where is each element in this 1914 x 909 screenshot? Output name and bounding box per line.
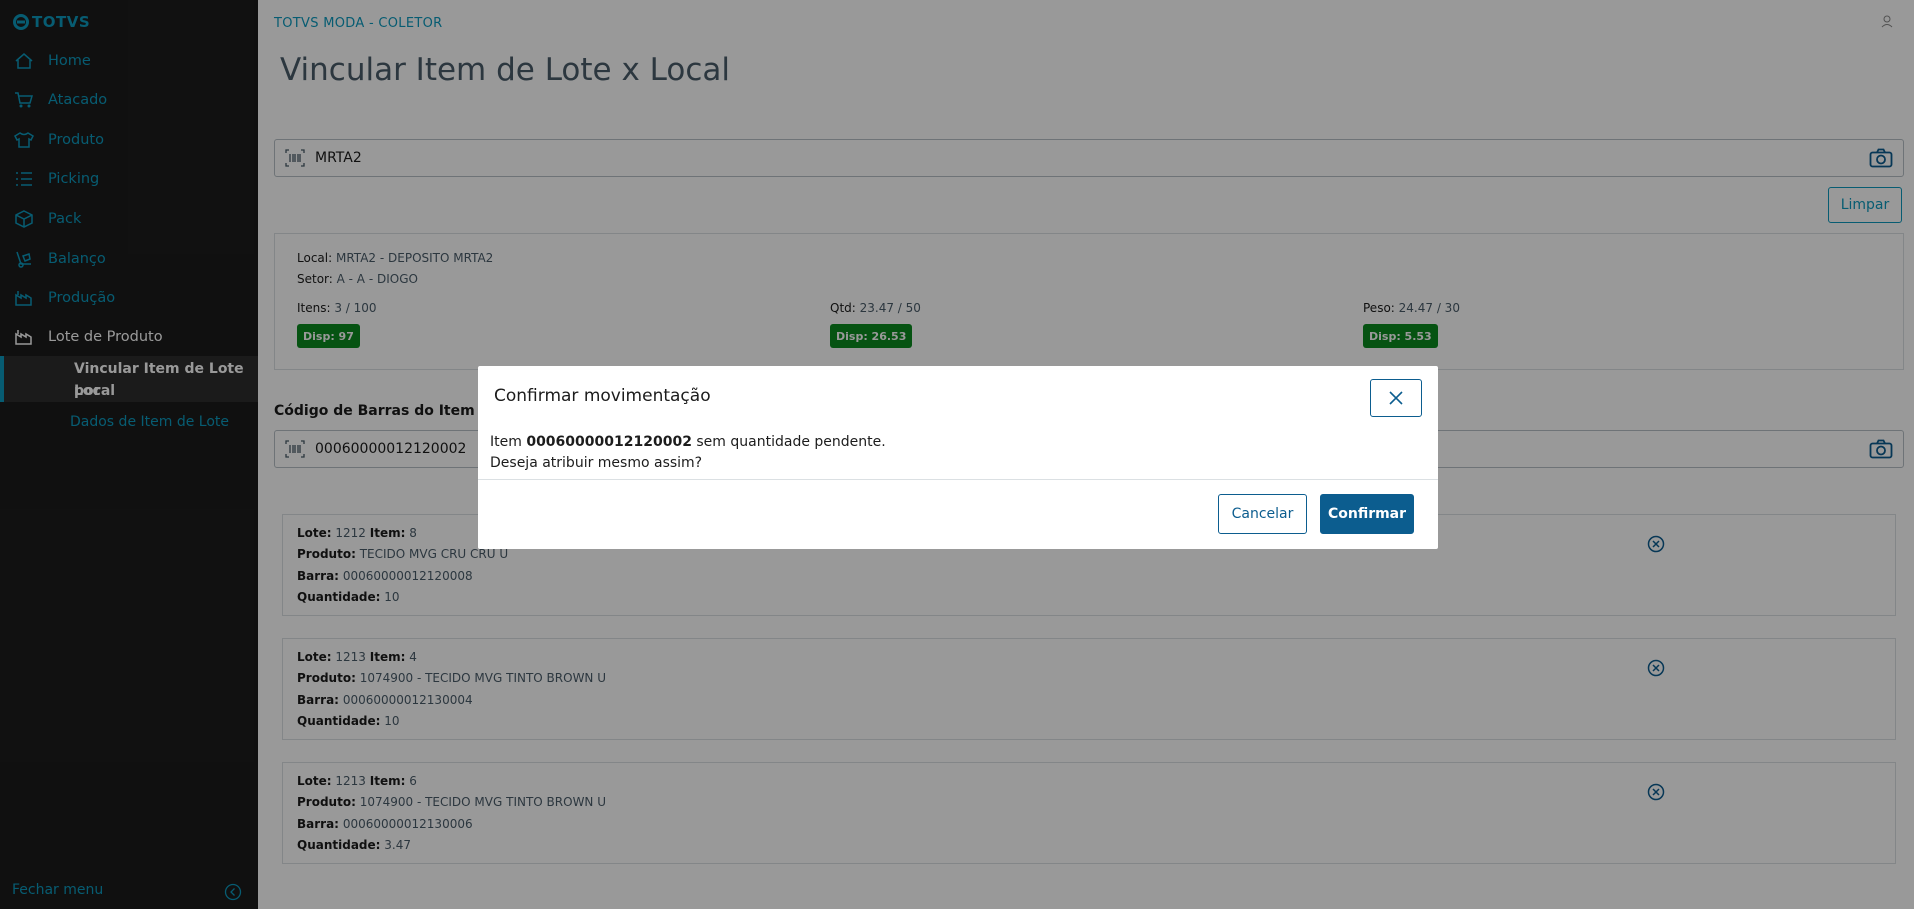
cancel-button[interactable]: Cancelar — [1218, 494, 1307, 534]
dialog-divider — [478, 479, 1438, 480]
dialog-item-code: 00060000012120002 — [526, 434, 692, 450]
dialog-prefix: Item — [490, 434, 522, 450]
dialog-suffix: sem quantidade pendente. — [696, 434, 886, 450]
dialog-question: Deseja atribuir mesmo assim? — [490, 455, 703, 471]
dialog-message-line1: Item 00060000012120002 sem quantidade pe… — [490, 432, 886, 453]
close-icon — [1389, 391, 1403, 405]
confirm-dialog: Confirmar movimentação Item 000600000121… — [478, 366, 1438, 549]
confirm-button[interactable]: Confirmar — [1320, 494, 1414, 534]
dialog-message: Item 00060000012120002 sem quantidade pe… — [490, 432, 886, 474]
dialog-close-button[interactable] — [1370, 379, 1422, 417]
dialog-title: Confirmar movimentação — [494, 386, 711, 406]
